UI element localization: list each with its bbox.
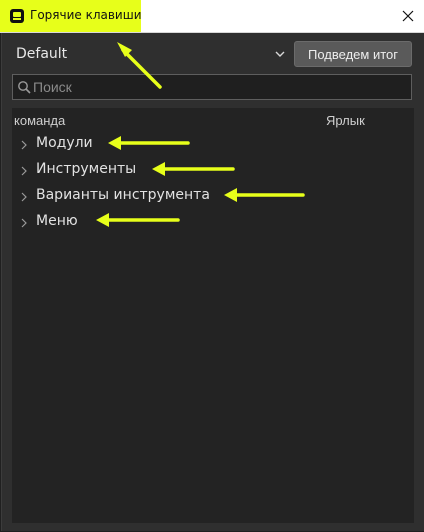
search-icon <box>18 81 31 94</box>
chevron-right-icon[interactable] <box>20 166 28 176</box>
dialog-body: Default Подведем итог команда Ярлык Моду… <box>1 33 424 531</box>
tree-item-label: Варианты инструмента <box>36 187 210 203</box>
chevron-right-icon[interactable] <box>20 192 28 202</box>
tree-item-tools[interactable]: Инструменты <box>12 159 414 183</box>
tree-item-tool-variants[interactable]: Варианты инструмента <box>12 185 414 209</box>
tree-item-label: Инструменты <box>36 161 137 177</box>
tree-item-menu[interactable]: Меню <box>12 211 414 235</box>
search-box[interactable] <box>12 74 412 100</box>
close-icon <box>402 10 414 22</box>
tree-item-label: Меню <box>36 213 78 229</box>
preset-dropdown[interactable]: Default <box>2 33 292 75</box>
chevron-right-icon[interactable] <box>20 140 28 150</box>
close-button[interactable] <box>392 0 424 32</box>
shortcuts-table: команда Ярлык Модули Инструменты Вариант… <box>12 108 414 523</box>
title-bar: Горячие клавиши <box>0 0 424 33</box>
window-title: Горячие клавиши <box>30 8 142 22</box>
app-icon <box>10 9 24 23</box>
chevron-down-icon <box>275 51 285 57</box>
column-header-command[interactable]: команда <box>14 113 65 128</box>
summary-button[interactable]: Подведем итог <box>294 41 412 67</box>
column-header-shortcut[interactable]: Ярлык <box>326 113 365 128</box>
chevron-right-icon[interactable] <box>20 218 28 228</box>
tree-item-label: Модули <box>36 135 93 151</box>
tree-item-modules[interactable]: Модули <box>12 133 414 157</box>
preset-value: Default <box>16 46 68 62</box>
search-input[interactable] <box>33 75 403 99</box>
